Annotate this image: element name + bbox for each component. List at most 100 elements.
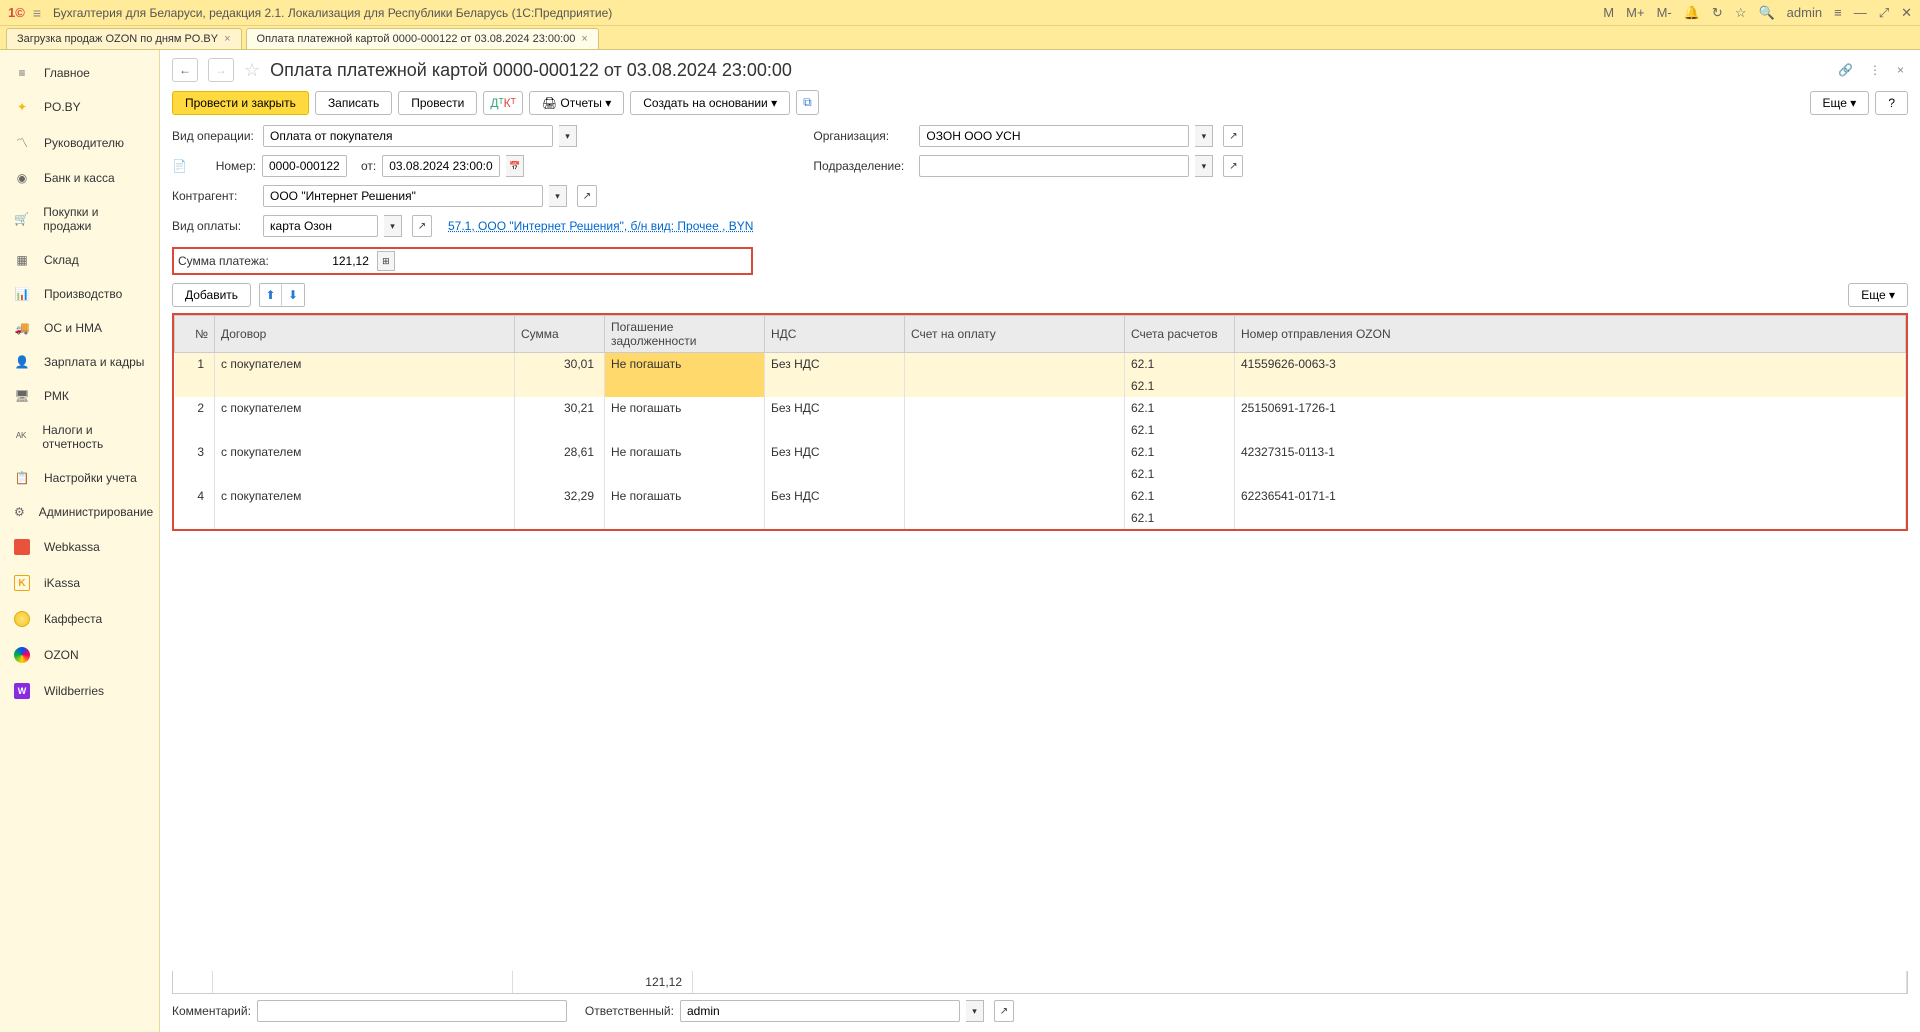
star-icon[interactable]: ☆: [244, 60, 260, 81]
maximize-icon[interactable]: ⤢: [1879, 5, 1889, 21]
mem-mplus[interactable]: M+: [1626, 5, 1644, 20]
structure-button[interactable]: ⧉: [796, 90, 819, 115]
paytype-details-link[interactable]: 57.1, ООО "Интернет Решения", б/н вид: П…: [448, 219, 753, 233]
close-window-icon[interactable]: ✕: [1901, 5, 1912, 21]
date-input[interactable]: [382, 155, 500, 177]
kebab-icon[interactable]: ⋮: [1865, 61, 1885, 79]
chevron-down-icon[interactable]: ▾: [384, 215, 402, 237]
nav-forward-button[interactable]: →: [208, 58, 234, 82]
table-row[interactable]: 1с покупателем30,01Не погашатьБез НДС62.…: [175, 353, 1906, 376]
write-button[interactable]: Записать: [315, 91, 392, 115]
open-ref-icon[interactable]: ↗: [1223, 155, 1243, 177]
responsible-input[interactable]: [680, 1000, 960, 1022]
cell-schet[interactable]: [905, 397, 1125, 419]
sidebar-item[interactable]: ◉Банк и касса: [0, 161, 159, 195]
create-based-button[interactable]: Создать на основании ▾: [630, 91, 790, 115]
main-menu-icon[interactable]: ≡: [33, 5, 41, 21]
cell-sum[interactable]: 30,21: [515, 397, 605, 419]
close-icon[interactable]: ×: [581, 33, 587, 45]
sidebar-item[interactable]: OZON: [0, 637, 159, 673]
cell-schet[interactable]: [905, 353, 1125, 376]
cell-nds[interactable]: Без НДС: [765, 441, 905, 463]
cell-acc2[interactable]: 62.1: [1125, 463, 1235, 485]
settings-icon[interactable]: ≡: [1834, 5, 1842, 20]
cell-dog[interactable]: с покупателем: [215, 485, 515, 507]
sidebar-item[interactable]: 〽Руководителю: [0, 124, 159, 161]
operation-type-input[interactable]: [263, 125, 553, 147]
sidebar-item[interactable]: ▦Склад: [0, 243, 159, 277]
sidebar-item[interactable]: 📋Настройки учета: [0, 461, 159, 495]
cell-ship[interactable]: 25150691-1726-1: [1235, 397, 1906, 419]
post-button[interactable]: Провести: [398, 91, 477, 115]
sidebar-item[interactable]: 🚚ОС и НМА: [0, 311, 159, 345]
open-ref-icon[interactable]: ↗: [994, 1000, 1014, 1022]
cell-pogash[interactable]: Не погашать: [605, 397, 765, 419]
table-row-sub[interactable]: 62.1: [175, 375, 1906, 397]
sidebar-item[interactable]: WWildberries: [0, 673, 159, 709]
calendar-icon[interactable]: 📅: [506, 155, 524, 177]
dt-kt-button[interactable]: ДᵀКᵀ: [483, 91, 523, 115]
comment-input[interactable]: [257, 1000, 567, 1022]
org-input[interactable]: [919, 125, 1189, 147]
table-row-sub[interactable]: 62.1: [175, 419, 1906, 441]
open-ref-icon[interactable]: ↗: [412, 215, 432, 237]
sidebar-item[interactable]: ✦PO.BY: [0, 90, 159, 124]
table-more-button[interactable]: Еще ▾: [1848, 283, 1908, 307]
cell-sum[interactable]: 30,01: [515, 353, 605, 376]
move-up-button[interactable]: ⬆: [260, 284, 282, 306]
col-n[interactable]: №: [175, 316, 215, 353]
cell-schet[interactable]: [905, 441, 1125, 463]
link-icon[interactable]: 🔗: [1834, 61, 1857, 79]
cell-pogash[interactable]: Не погашать: [605, 485, 765, 507]
cell-dog[interactable]: с покупателем: [215, 353, 515, 376]
cell-nds[interactable]: Без НДС: [765, 353, 905, 376]
chevron-down-icon[interactable]: ▾: [559, 125, 577, 147]
col-accounts[interactable]: Счета расчетов: [1125, 316, 1235, 353]
cell-ship[interactable]: 62236541-0171-1: [1235, 485, 1906, 507]
cell-sum[interactable]: 28,61: [515, 441, 605, 463]
nav-back-button[interactable]: ←: [172, 58, 198, 82]
cell-dog[interactable]: с покупателем: [215, 397, 515, 419]
cell-ship[interactable]: 41559626-0063-3: [1235, 353, 1906, 376]
table-row[interactable]: 4с покупателем32,29Не погашатьБез НДС62.…: [175, 485, 1906, 507]
cell-acc[interactable]: 62.1: [1125, 353, 1235, 376]
paytype-input[interactable]: [263, 215, 378, 237]
reports-button[interactable]: 🖨 Отчеты ▾: [529, 91, 624, 115]
cell-acc2[interactable]: 62.1: [1125, 507, 1235, 529]
sidebar-item[interactable]: ᴬᴷНалоги и отчетность: [0, 413, 159, 461]
close-icon[interactable]: ×: [224, 33, 230, 45]
col-schet[interactable]: Счет на оплату: [905, 316, 1125, 353]
minimize-icon[interactable]: —: [1854, 5, 1867, 20]
number-input[interactable]: [262, 155, 347, 177]
sidebar-item[interactable]: 👤Зарплата и кадры: [0, 345, 159, 379]
add-row-button[interactable]: Добавить: [172, 283, 251, 307]
col-pogash[interactable]: Погашение задолженности: [605, 316, 765, 353]
mem-mminus[interactable]: M-: [1657, 5, 1672, 20]
close-icon[interactable]: ×: [1893, 61, 1908, 79]
cell-schet[interactable]: [905, 485, 1125, 507]
chevron-down-icon[interactable]: ▾: [549, 185, 567, 207]
help-button[interactable]: ?: [1875, 91, 1908, 115]
cell-nds[interactable]: Без НДС: [765, 397, 905, 419]
tab-payment-card[interactable]: Оплата платежной картой 0000-000122 от 0…: [246, 28, 599, 49]
bell-icon[interactable]: 🔔: [1684, 5, 1700, 21]
open-ref-icon[interactable]: ↗: [577, 185, 597, 207]
chevron-down-icon[interactable]: ▾: [1195, 155, 1213, 177]
cell-acc2[interactable]: 62.1: [1125, 419, 1235, 441]
cell-pogash[interactable]: Не погашать: [605, 441, 765, 463]
col-sum[interactable]: Сумма: [515, 316, 605, 353]
cell-sum[interactable]: 32,29: [515, 485, 605, 507]
open-ref-icon[interactable]: ↗: [1223, 125, 1243, 147]
history-icon[interactable]: ↻: [1712, 5, 1723, 21]
chevron-down-icon[interactable]: ▾: [966, 1000, 984, 1022]
favorite-icon[interactable]: ☆: [1735, 5, 1747, 21]
move-down-button[interactable]: ⬇: [282, 284, 304, 306]
sidebar-item[interactable]: 🛒Покупки и продажи: [0, 195, 159, 243]
sidebar-item[interactable]: ⚙Администрирование: [0, 495, 159, 529]
table-row-sub[interactable]: 62.1: [175, 463, 1906, 485]
dept-input[interactable]: [919, 155, 1189, 177]
cell-pogash[interactable]: Не погашать: [605, 353, 765, 376]
sidebar-item[interactable]: Каффеста: [0, 601, 159, 637]
table-row[interactable]: 3с покупателем28,61Не погашатьБез НДС62.…: [175, 441, 1906, 463]
cell-dog[interactable]: с покупателем: [215, 441, 515, 463]
